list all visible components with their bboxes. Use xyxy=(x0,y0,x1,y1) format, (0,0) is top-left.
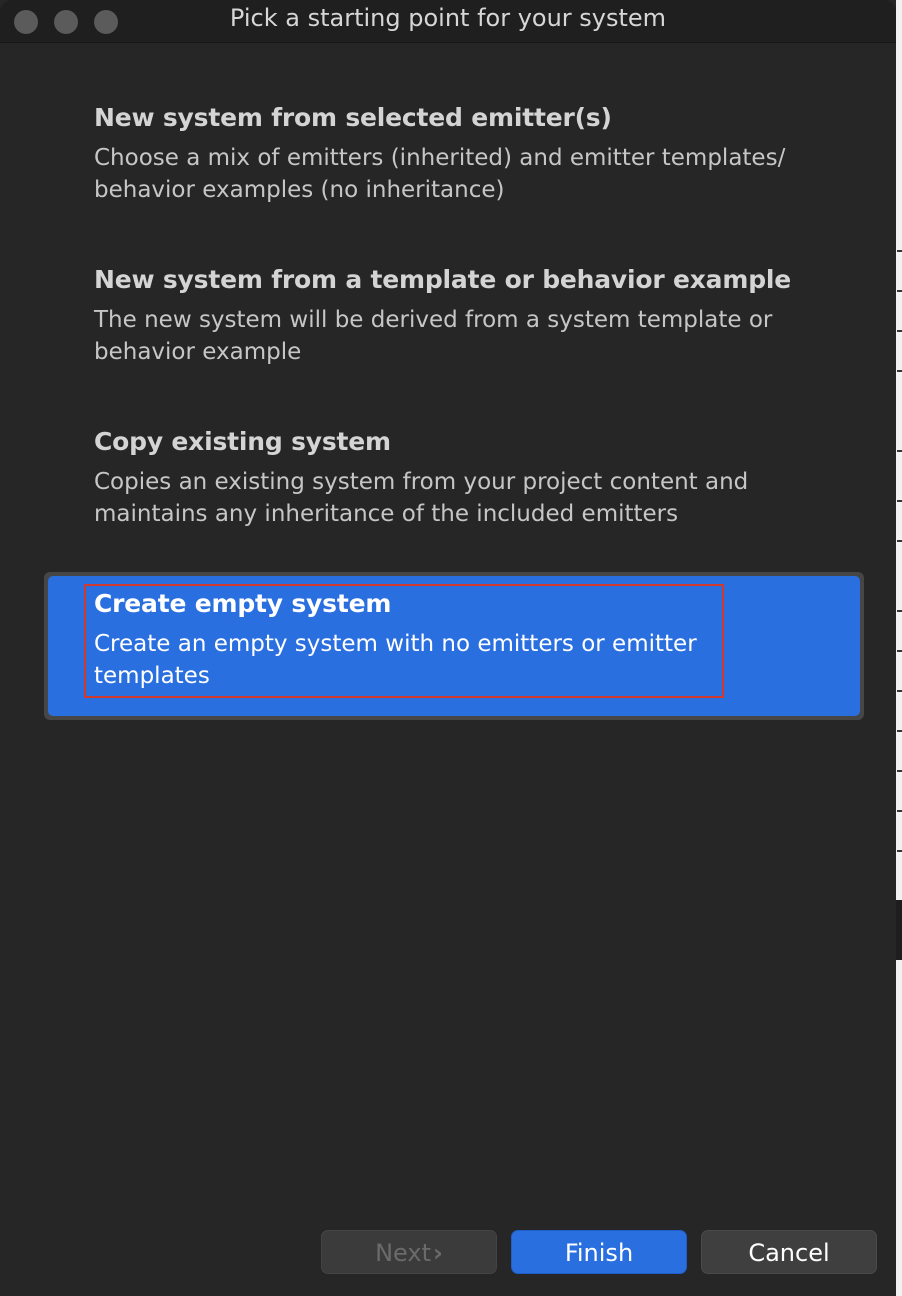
option-new-from-emitters[interactable]: New system from selected emitter(s) Choo… xyxy=(94,102,854,206)
option-description: The new system will be derived from a sy… xyxy=(94,304,854,368)
background-tick xyxy=(897,330,902,332)
background-tick xyxy=(897,370,902,372)
option-new-from-template[interactable]: New system from a template or behavior e… xyxy=(94,264,854,368)
option-copy-existing[interactable]: Copy existing system Copies an existing … xyxy=(94,426,854,530)
background-tick xyxy=(897,690,902,692)
option-description-line: Copies an existing system from your proj… xyxy=(94,469,749,495)
next-button[interactable]: Next› xyxy=(321,1230,497,1274)
option-description-line: behavior example xyxy=(94,339,302,365)
background-tick xyxy=(897,250,902,252)
option-title: Copy existing system xyxy=(94,427,391,456)
background-tick xyxy=(897,540,902,542)
finish-button[interactable]: Finish xyxy=(511,1230,687,1274)
chevron-right-icon: › xyxy=(433,1239,443,1267)
cancel-button[interactable]: Cancel xyxy=(701,1230,877,1274)
background-tick xyxy=(897,450,902,452)
dialog-window: Pick a starting point for your system Ne… xyxy=(0,0,896,1296)
background-tick xyxy=(897,770,902,772)
option-description: Copies an existing system from your proj… xyxy=(94,466,854,530)
background-dark-block xyxy=(896,900,902,960)
option-description-line: Choose a mix of emitters (inherited) and… xyxy=(94,145,786,171)
window-title: Pick a starting point for your system xyxy=(229,4,667,32)
option-description: Choose a mix of emitters (inherited) and… xyxy=(94,142,854,206)
background-tick xyxy=(897,650,902,652)
option-description-line: behavior examples (no inheritance) xyxy=(94,177,505,203)
next-button-label: Next xyxy=(375,1239,432,1267)
background-tick xyxy=(897,500,902,502)
background-window-edge xyxy=(896,0,902,1296)
background-tick xyxy=(897,810,902,812)
option-title: New system from a template or behavior e… xyxy=(94,265,792,294)
option-description-line: maintains any inheritance of the include… xyxy=(94,501,679,527)
title-bar: Pick a starting point for your system xyxy=(0,0,896,43)
background-tick xyxy=(897,290,902,292)
background-tick xyxy=(897,730,902,732)
background-tick xyxy=(897,850,902,852)
option-description-line: The new system will be derived from a sy… xyxy=(94,307,773,333)
annotation-highlight-box xyxy=(84,584,724,698)
background-tick xyxy=(897,610,902,612)
option-title: New system from selected emitter(s) xyxy=(94,103,612,132)
